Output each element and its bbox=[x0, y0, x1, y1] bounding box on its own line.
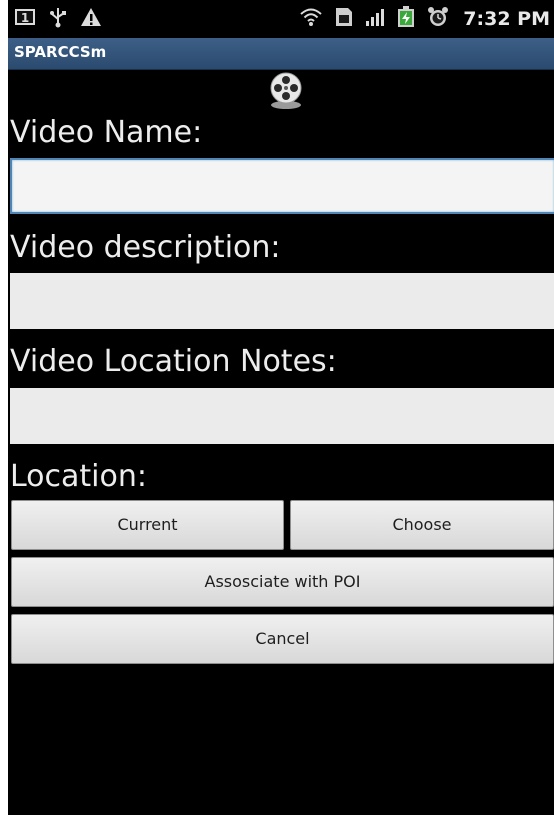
film-reel-icon bbox=[266, 71, 306, 111]
svg-text:1: 1 bbox=[21, 11, 29, 25]
video-name-input[interactable] bbox=[10, 158, 554, 214]
sd-card-icon bbox=[335, 7, 353, 31]
signal-icon bbox=[365, 7, 385, 31]
app-title: SPARCCSm bbox=[14, 43, 107, 61]
warning-icon bbox=[80, 7, 102, 31]
system-icons: 7:32 PM bbox=[299, 6, 550, 32]
video-description-input[interactable] bbox=[10, 273, 554, 329]
associate-poi-button[interactable]: Assosciate with POI bbox=[11, 557, 554, 607]
video-location-notes-input[interactable] bbox=[10, 388, 554, 444]
usb-icon bbox=[50, 6, 66, 32]
location-label: Location: bbox=[10, 459, 147, 494]
video-description-label: Video description: bbox=[10, 230, 281, 265]
alarm-clock-icon bbox=[427, 6, 449, 32]
status-time: 7:32 PM bbox=[463, 8, 550, 30]
current-location-button[interactable]: Current bbox=[11, 500, 284, 550]
status-bar: 1 7:32 PM bbox=[8, 0, 554, 38]
cancel-button[interactable]: Cancel bbox=[11, 614, 554, 664]
battery-charging-icon bbox=[397, 6, 415, 32]
video-name-label: Video Name: bbox=[10, 115, 203, 150]
app-screen: 1 7:32 PM SPARCCSm Video Name: Video des… bbox=[8, 0, 554, 815]
app-title-bar: SPARCCSm bbox=[8, 38, 554, 70]
choose-location-button[interactable]: Choose bbox=[290, 500, 554, 550]
video-location-notes-label: Video Location Notes: bbox=[10, 344, 337, 379]
notification-icons: 1 bbox=[14, 6, 116, 32]
wifi-icon bbox=[299, 7, 323, 31]
sim-card-icon: 1 bbox=[14, 7, 36, 31]
